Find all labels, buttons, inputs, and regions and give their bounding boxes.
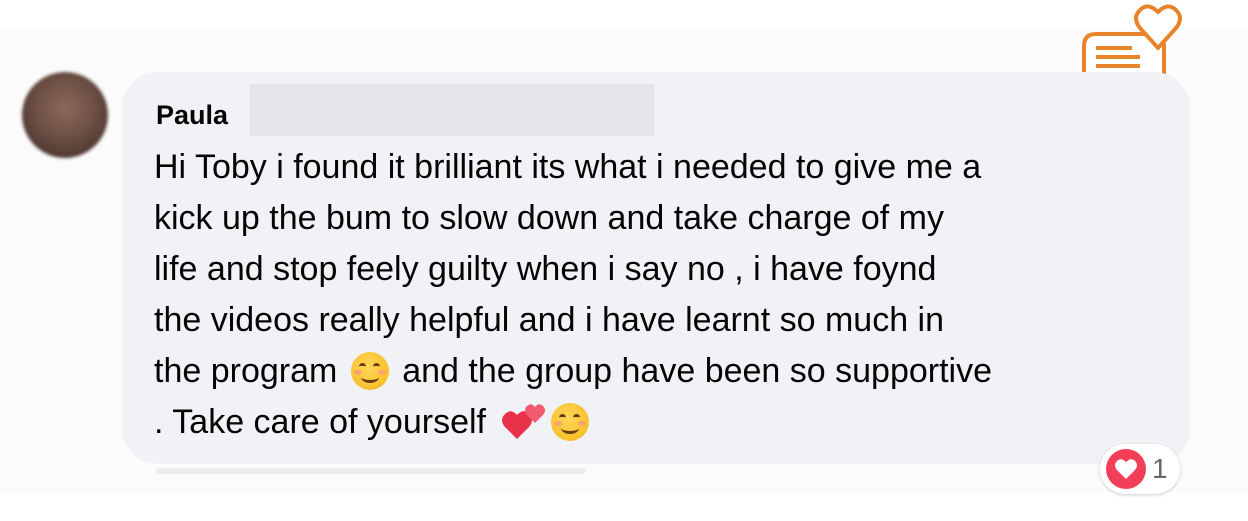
avatar[interactable] (22, 72, 108, 158)
comment-author-name[interactable]: Paula (156, 98, 228, 132)
comment-line: Hi Toby i found it brilliant its what i … (154, 148, 982, 186)
comment-line: the videos really helpful and i have lea… (154, 301, 945, 339)
smiling-face-emoji-icon (350, 352, 389, 390)
reaction-summary[interactable]: 1 (1100, 444, 1180, 494)
comment-line: kick up the bum to slow down and take ch… (154, 199, 944, 237)
smiling-face-emoji-icon (551, 403, 590, 441)
redacted-surname (250, 84, 654, 136)
comment-text: Hi Toby i found it brilliant its what i … (154, 142, 1164, 448)
comment-line: . Take care of yourself (154, 403, 486, 441)
comment-line: and the group have been so supportive (402, 352, 993, 390)
reaction-count: 1 (1152, 453, 1168, 484)
comment-line: the program (154, 352, 338, 390)
comment-line: life and stop feely guilty when i say no… (154, 250, 937, 288)
love-reaction-icon (1106, 449, 1146, 489)
comment-actions-row (156, 468, 586, 474)
two-hearts-emoji-icon (502, 404, 546, 439)
